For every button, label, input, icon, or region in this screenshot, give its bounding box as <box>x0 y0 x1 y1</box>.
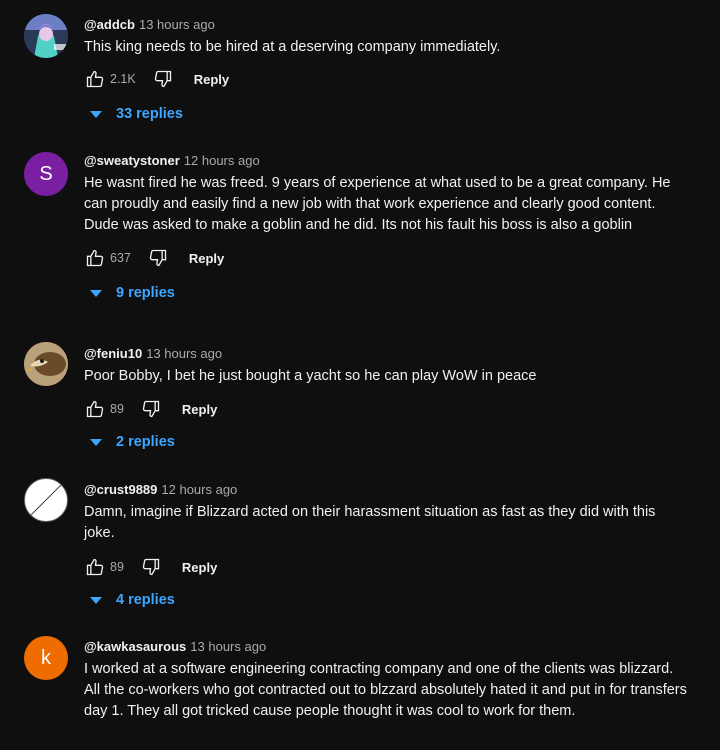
author-handle[interactable]: @addcb <box>84 17 135 32</box>
comment-text: Poor Bobby, I bet he just bought a yacht… <box>84 368 537 384</box>
author-handle[interactable]: @feniu10 <box>84 346 142 361</box>
caret-down-icon <box>90 289 102 297</box>
dislike-icon[interactable] <box>140 398 162 420</box>
comment-header: @kawkasaurous 13 hours ago <box>84 638 690 656</box>
comment-text: He wasnt fired he was freed. 9 years of … <box>84 175 671 233</box>
comment-header: @sweatystoner 12 hours ago <box>84 152 690 170</box>
comment-actions: 2.1K Reply <box>84 66 690 92</box>
replies-label: 9 replies <box>116 285 175 301</box>
author-handle[interactable]: @crust9889 <box>84 482 157 497</box>
comment-text: I worked at a software engineering contr… <box>84 661 687 719</box>
dislike-icon[interactable] <box>152 68 174 90</box>
comment-text: This king needs to be hired at a deservi… <box>84 39 501 55</box>
like-count: 2.1K <box>110 72 136 86</box>
comment-time[interactable]: 12 hours ago <box>161 482 237 497</box>
reply-button[interactable]: Reply <box>194 72 229 87</box>
like-count: 637 <box>110 251 131 265</box>
reply-button[interactable]: Reply <box>182 560 217 575</box>
view-replies-button[interactable]: 2 replies <box>90 434 175 450</box>
like-count: 89 <box>110 560 124 574</box>
like-icon[interactable] <box>84 247 106 269</box>
like-icon[interactable] <box>84 556 106 578</box>
comment-time[interactable]: 12 hours ago <box>184 153 260 168</box>
avatar[interactable] <box>24 478 68 522</box>
dislike-icon[interactable] <box>147 247 169 269</box>
view-replies-button[interactable]: 9 replies <box>90 285 175 301</box>
caret-down-icon <box>90 110 102 118</box>
comment-header: @feniu10 13 hours ago <box>84 345 690 363</box>
comment-time[interactable]: 13 hours ago <box>139 17 215 32</box>
dislike-icon[interactable] <box>140 556 162 578</box>
author-handle[interactable]: @sweatystoner <box>84 153 180 168</box>
avatar[interactable]: k <box>24 636 68 680</box>
reply-button[interactable]: Reply <box>189 251 224 266</box>
comment-header: @addcb 13 hours ago <box>84 16 690 34</box>
comment-actions: 637 Reply <box>84 245 690 271</box>
comment-actions: 89 Reply <box>84 554 690 580</box>
replies-label: 4 replies <box>116 592 175 608</box>
view-replies-button[interactable]: 33 replies <box>90 106 183 122</box>
eagle-photo-image <box>24 342 68 386</box>
comment-header: @crust9889 12 hours ago <box>84 481 690 499</box>
view-replies-button[interactable]: 4 replies <box>90 592 175 608</box>
replies-label: 33 replies <box>116 106 183 122</box>
avatar[interactable] <box>24 14 68 58</box>
like-count: 89 <box>110 402 124 416</box>
avatar-letter: S <box>39 162 53 185</box>
comment-time[interactable]: 13 hours ago <box>190 639 266 654</box>
anime-character-avatar-image <box>24 14 68 58</box>
avatar[interactable]: S <box>24 152 68 196</box>
author-handle[interactable]: @kawkasaurous <box>84 639 186 654</box>
comment-text: Damn, imagine if Blizzard acted on their… <box>84 504 656 541</box>
replies-label: 2 replies <box>116 434 175 450</box>
avatar[interactable] <box>24 342 68 386</box>
comment-time[interactable]: 13 hours ago <box>146 346 222 361</box>
avatar-letter: k <box>41 646 51 669</box>
caret-down-icon <box>90 596 102 604</box>
like-icon[interactable] <box>84 398 106 420</box>
white-circle-image <box>25 479 67 521</box>
caret-down-icon <box>90 438 102 446</box>
like-icon[interactable] <box>84 68 106 90</box>
comment-actions: 89 Reply <box>84 396 690 422</box>
reply-button[interactable]: Reply <box>182 402 217 417</box>
comments-section: @addcb 13 hours ago This king needs to be… <box>0 0 720 750</box>
